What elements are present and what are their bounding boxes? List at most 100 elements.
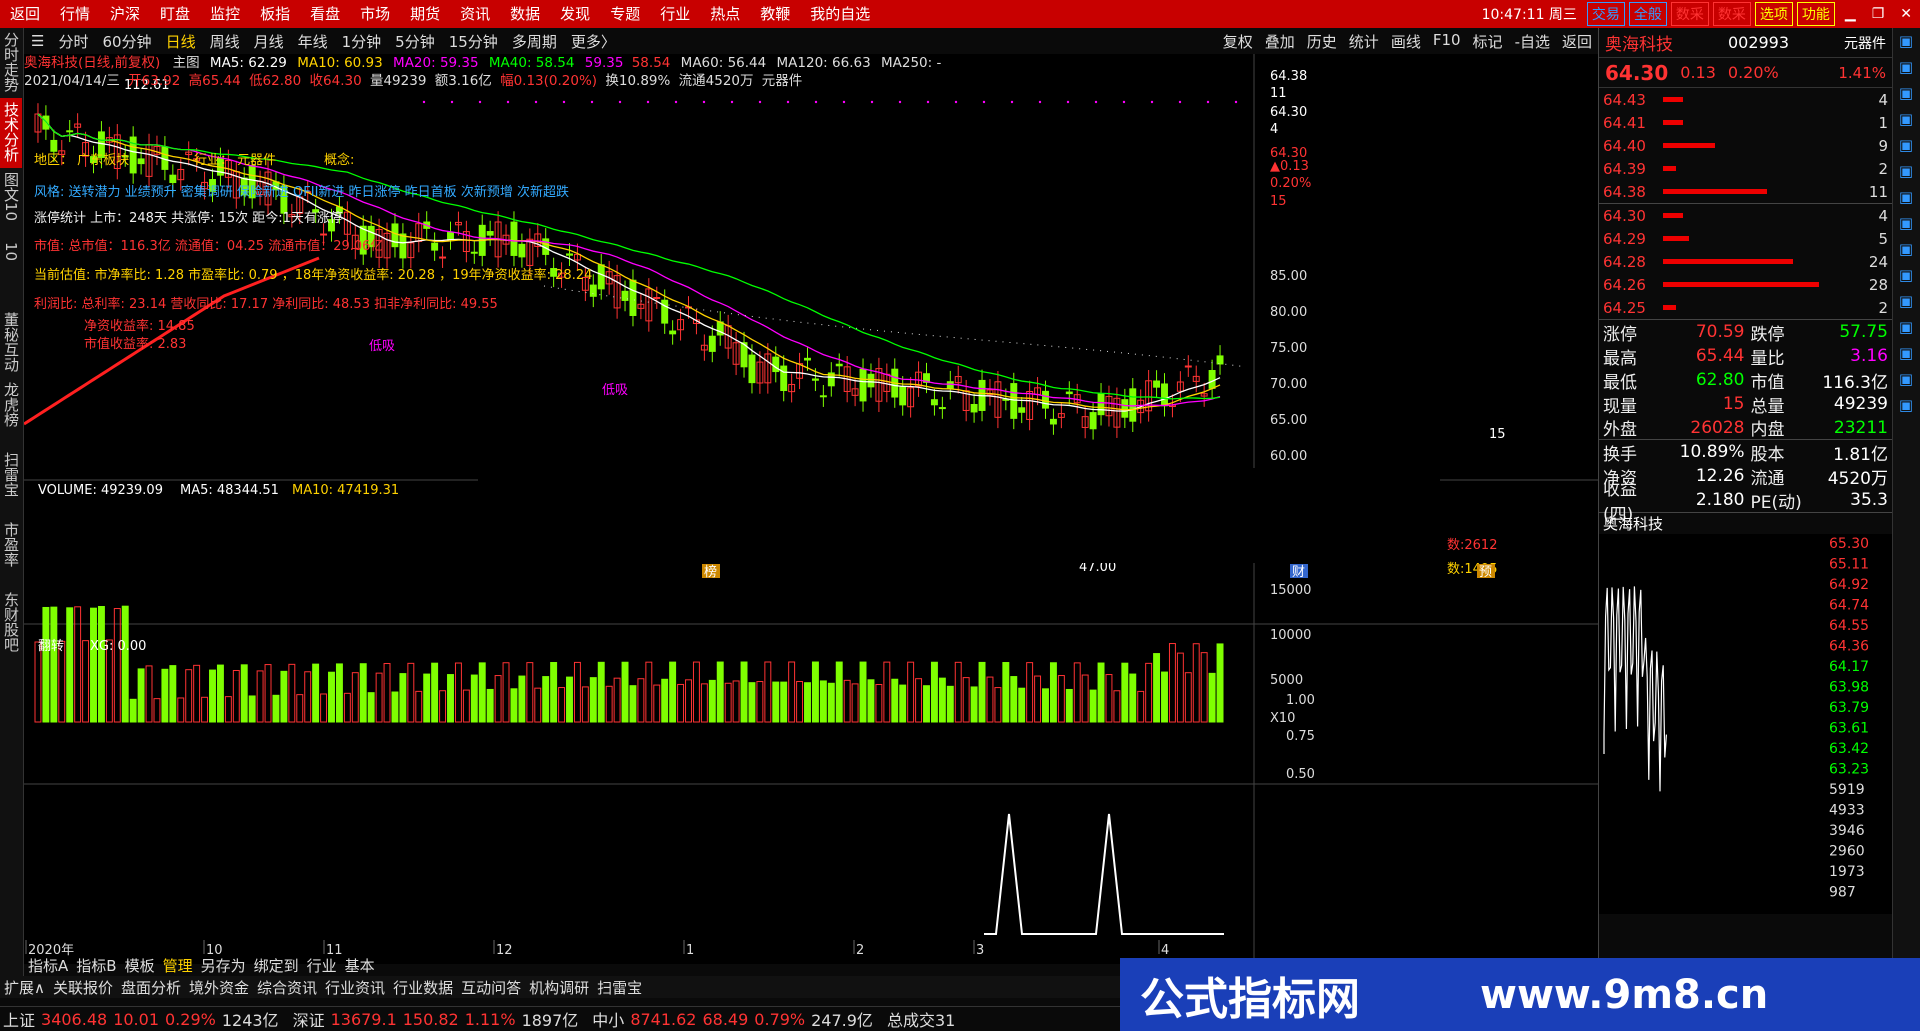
bottom-tab[interactable]: 行业资讯 [321, 977, 389, 998]
performance-text: 利润比: 总利率: 23.14 营收同比: 17.17 净利同比: 48.53 … [34, 296, 498, 312]
chart-icon[interactable]: ▣ [1893, 210, 1919, 236]
top-menu-item[interactable]: 教鞭 [750, 0, 800, 28]
stat-label: 外盘 [1603, 420, 1637, 440]
left-tab[interactable]: 东财股吧 [0, 588, 22, 658]
indicator-tab[interactable]: 绑定到 [250, 955, 303, 976]
left-tab[interactable]: 市盈率 [0, 518, 22, 588]
arrow-up-icon[interactable]: ▣ [1893, 54, 1919, 80]
period-tab[interactable]: 更多〉 [564, 31, 623, 52]
period-tab[interactable]: 5分钟 [388, 31, 442, 52]
stat-value: 116.3亿 [1822, 372, 1888, 393]
bottom-tab[interactable]: 扩展∧ [0, 977, 49, 998]
bottom-tab[interactable]: 行业数据 [389, 977, 457, 998]
indicator-tab[interactable]: 另存为 [197, 955, 250, 976]
bottom-tab[interactable]: 扫雷宝 [593, 977, 646, 998]
toolbar-button[interactable]: 画线 [1385, 31, 1427, 52]
bottom-tab[interactable]: 综合资讯 [253, 977, 321, 998]
candle-body [970, 404, 978, 413]
indicator-tab[interactable]: 指标B [72, 955, 120, 976]
period-tab[interactable]: 15分钟 [442, 31, 505, 52]
arrow-down-icon[interactable]: ▣ [1893, 80, 1919, 106]
toolbar-button[interactable]: -自选 [1509, 31, 1556, 52]
indicator-tab[interactable]: 行业 [303, 955, 341, 976]
price-axis-label: 64.30 [1270, 105, 1307, 120]
period-tab[interactable]: 月线 [247, 31, 291, 52]
chart-icon[interactable]: ▣ [1893, 288, 1919, 314]
toolbar-button[interactable]: 叠加 [1259, 31, 1301, 52]
chart-icon[interactable]: ▣ [1893, 158, 1919, 184]
stat-label: 股本 [1750, 444, 1785, 465]
signal-dot [450, 100, 454, 104]
period-tab[interactable]: 多周期 [505, 31, 564, 52]
pen-icon[interactable]: ▣ [1893, 392, 1919, 418]
left-tab[interactable]: 扫雷宝 [0, 448, 22, 518]
period-tab[interactable]: 60分钟 [95, 31, 158, 52]
top-menu-item[interactable]: 专题 [600, 0, 650, 28]
period-tab[interactable]: 分时 [51, 31, 95, 52]
stock-code: 002993 [1727, 33, 1790, 52]
indicator-tab[interactable]: 基本 [341, 955, 379, 976]
bottom-tab[interactable]: 机构调研 [525, 977, 593, 998]
indicator-tab[interactable]: 管理 [159, 955, 197, 976]
left-tab[interactable]: 分时走势 [0, 28, 22, 98]
chart-icon[interactable]: ▣ [1893, 236, 1919, 262]
toolbar-button[interactable]: F10 [1427, 31, 1467, 52]
list-icon[interactable]: ▣ [1893, 184, 1919, 210]
top-menu-item[interactable]: 市场 [350, 0, 400, 28]
bottom-tab[interactable]: 境外资金 [185, 977, 253, 998]
top-right-button[interactable]: 交易 [1586, 2, 1625, 26]
top-right-button[interactable]: 全般 [1628, 2, 1667, 26]
chart-icon[interactable]: ▣ [1893, 132, 1919, 158]
top-menu-item[interactable]: 期货 [400, 0, 450, 28]
bottom-tab[interactable]: 盘面分析 [117, 977, 185, 998]
top-menu-item[interactable]: 沪深 [100, 0, 150, 28]
top-menu-item[interactable]: 盯盘 [150, 0, 200, 28]
move-icon[interactable]: ▣ [1893, 366, 1919, 392]
period-tab[interactable]: 周线 [203, 31, 247, 52]
left-tab[interactable]: 图文10 [0, 168, 22, 238]
volume-bar [66, 607, 74, 723]
top-menu-item[interactable]: 发现 [550, 0, 600, 28]
top-right-button[interactable]: 选项 [1754, 2, 1793, 26]
top-menu-item[interactable]: 热点 [700, 0, 750, 28]
top-menu-item[interactable]: 板指 [250, 0, 300, 28]
fiz-icon[interactable]: ▣ [1893, 262, 1919, 288]
period-tab[interactable]: 年线 [291, 31, 335, 52]
list-icon[interactable]: ▣ [1893, 106, 1919, 132]
top-menu-item[interactable]: 数据 [500, 0, 550, 28]
indicator-tab[interactable]: 模板 [121, 955, 159, 976]
top-menu-item[interactable]: 我的自选 [800, 0, 880, 28]
toolbar-button[interactable]: 统计 [1343, 31, 1385, 52]
period-tab[interactable]: 1分钟 [335, 31, 389, 52]
top-menu-item[interactable]: 行业 [650, 0, 700, 28]
left-tab[interactable]: 技术分析 [0, 98, 22, 168]
left-tab[interactable]: 龙虎榜 [0, 378, 22, 448]
toolbar-button[interactable]: 标记 [1467, 31, 1509, 52]
indicator-tab[interactable]: 指标A [24, 955, 72, 976]
minimize-icon[interactable]: ▁ [1837, 6, 1864, 22]
toolbar-button[interactable]: 历史 [1301, 31, 1343, 52]
top-menu-item[interactable]: 行情 [50, 0, 100, 28]
period-tab[interactable]: 日线 [159, 31, 203, 52]
top-menu-item[interactable]: 返回 [0, 0, 50, 28]
rsi-icon[interactable]: ▣ [1893, 340, 1919, 366]
top-menu-item[interactable]: 资讯 [450, 0, 500, 28]
toolbar-button[interactable]: 复权 [1217, 31, 1259, 52]
volume-bar [566, 676, 573, 723]
left-tab[interactable]: 董秘互动 [0, 308, 22, 378]
gear-icon[interactable]: ▣ [1893, 28, 1919, 54]
bottom-tab[interactable]: 关联报价 [49, 977, 117, 998]
top-menu-item[interactable]: 看盘 [300, 0, 350, 28]
signal-dot [758, 100, 762, 104]
top-menu-item[interactable]: 监控 [200, 0, 250, 28]
menu-icon[interactable]: ☰ [24, 32, 51, 50]
top-right-button[interactable]: 数采 [1670, 2, 1709, 26]
top-right-button[interactable]: 功能 [1796, 2, 1835, 26]
chart-icon[interactable]: ▣ [1893, 314, 1919, 340]
mini-intraday-chart[interactable]: 65.30 65.11 64.92 64.74 64.55 64.36 64.17 63.98… [1599, 534, 1893, 914]
top-right-button[interactable]: 数采 [1712, 2, 1751, 26]
close-icon[interactable]: ✕ [1892, 6, 1920, 22]
bottom-tab[interactable]: 互动问答 [457, 977, 525, 998]
restore-icon[interactable]: ❐ [1864, 6, 1893, 22]
toolbar-button[interactable]: 返回 [1556, 31, 1598, 52]
